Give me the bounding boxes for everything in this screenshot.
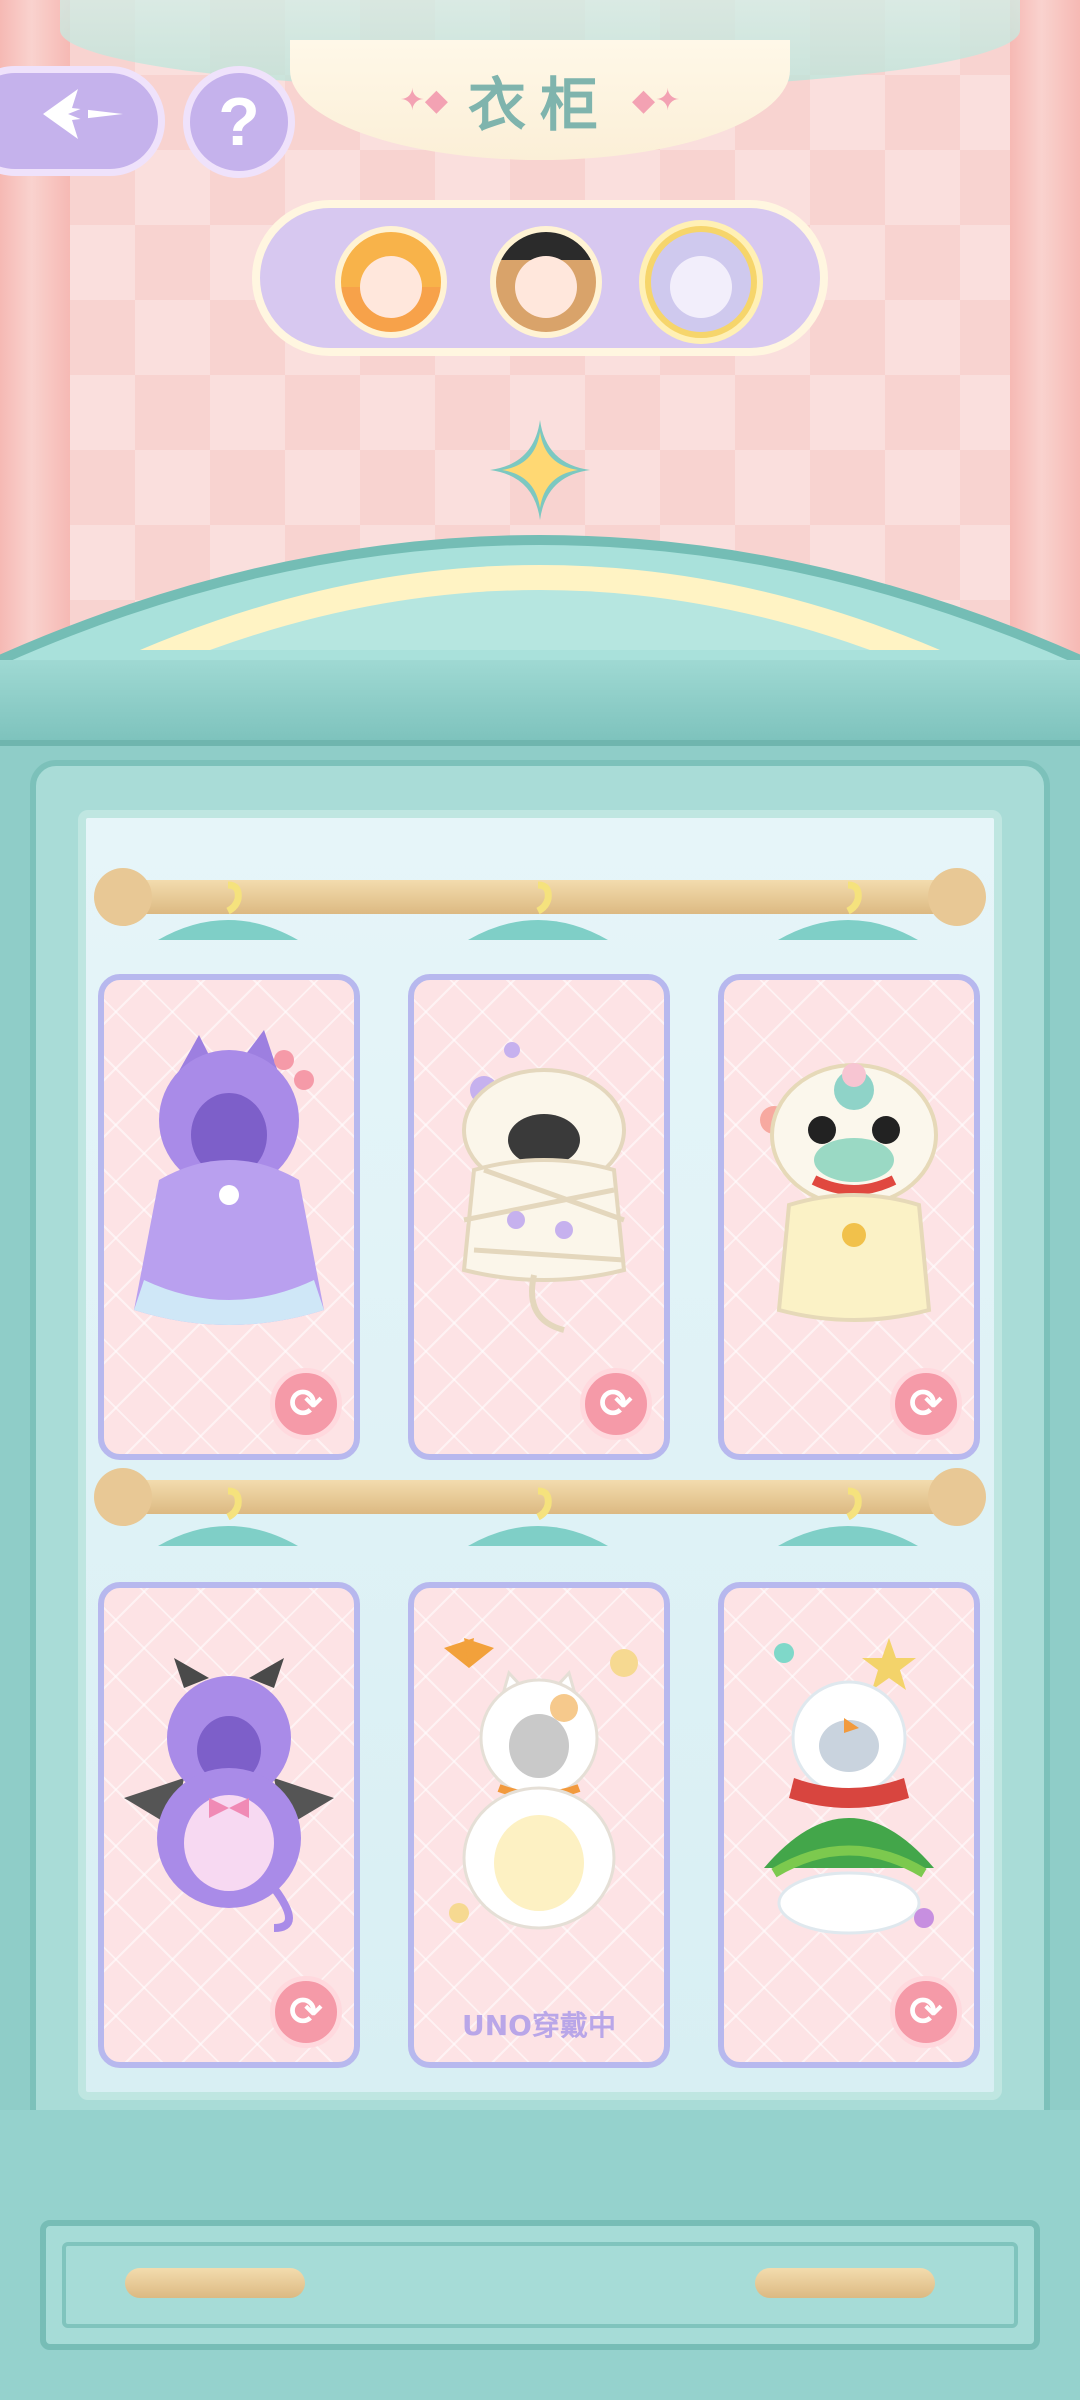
back-button[interactable] [0,66,165,176]
outfit-card-christmas-snowman[interactable]: ⟳ [718,1582,980,2068]
character-avatar-silver-selected[interactable] [645,226,757,338]
outfit-card-white-cat[interactable]: UNO穿戴中 [408,1582,670,2068]
hanger-icon [778,1487,918,1546]
star-gem-icon [490,420,590,520]
refresh-icon: ⟳ [909,1989,943,2035]
refresh-icon: ⟳ [909,1381,943,1427]
white-cat-icon [444,1638,638,1930]
page-title: 衣柜 [467,71,612,139]
drawer-handle-left [125,2268,305,2298]
swap-outfit-button[interactable]: ⟳ [270,1976,342,2048]
help-button[interactable]: ? [183,66,295,178]
drawer-handle-right [755,2268,935,2298]
swap-outfit-button[interactable]: ⟳ [890,1368,962,1440]
swap-outfit-button[interactable]: ⟳ [580,1368,652,1440]
christmas-snowman-icon [764,1638,934,1935]
mummy-bandage-icon [461,1042,627,1333]
purple-devil-icon [124,1658,334,1932]
swap-outfit-button[interactable]: ⟳ [270,1368,342,1440]
refresh-icon: ⟳ [289,1989,323,2035]
title-right-decoration-icon: ◆✦ [632,82,681,118]
outfit-card-mummy[interactable]: ⟳ [408,974,670,1460]
help-icon: ? [218,84,260,160]
avatar-face [670,256,732,318]
avatar-face [515,256,577,318]
character-selector [252,200,828,356]
lion-dance-icon [760,1063,938,1322]
hanger-icon [468,1487,608,1546]
hanger-icon [468,881,608,940]
outfit-card-purple-cat-hoodie[interactable]: ⟳ [98,974,360,1460]
hanger-icon [158,1487,298,1546]
hanger-icon [158,881,298,940]
character-avatar-brown-hat[interactable] [490,226,602,338]
wearing-status-label: UNO穿戴中 [462,2009,616,2042]
hanger-icon [778,881,918,940]
avatar-face [360,256,422,318]
outfit-card-purple-devil[interactable]: ⟳ [98,1582,360,2068]
refresh-icon: ⟳ [599,1381,633,1427]
sparkle-arrow-back-icon [38,84,128,159]
purple-cat-hoodie-icon [134,1030,324,1325]
title-left-decoration-icon: ✦◆ [399,82,448,118]
outfit-card-lion-dance[interactable]: ⟳ [718,974,980,1460]
character-avatar-blonde[interactable] [335,226,447,338]
refresh-icon: ⟳ [289,1381,323,1427]
wardrobe-cornice [0,660,1080,746]
swap-outfit-button[interactable]: ⟳ [890,1976,962,2048]
